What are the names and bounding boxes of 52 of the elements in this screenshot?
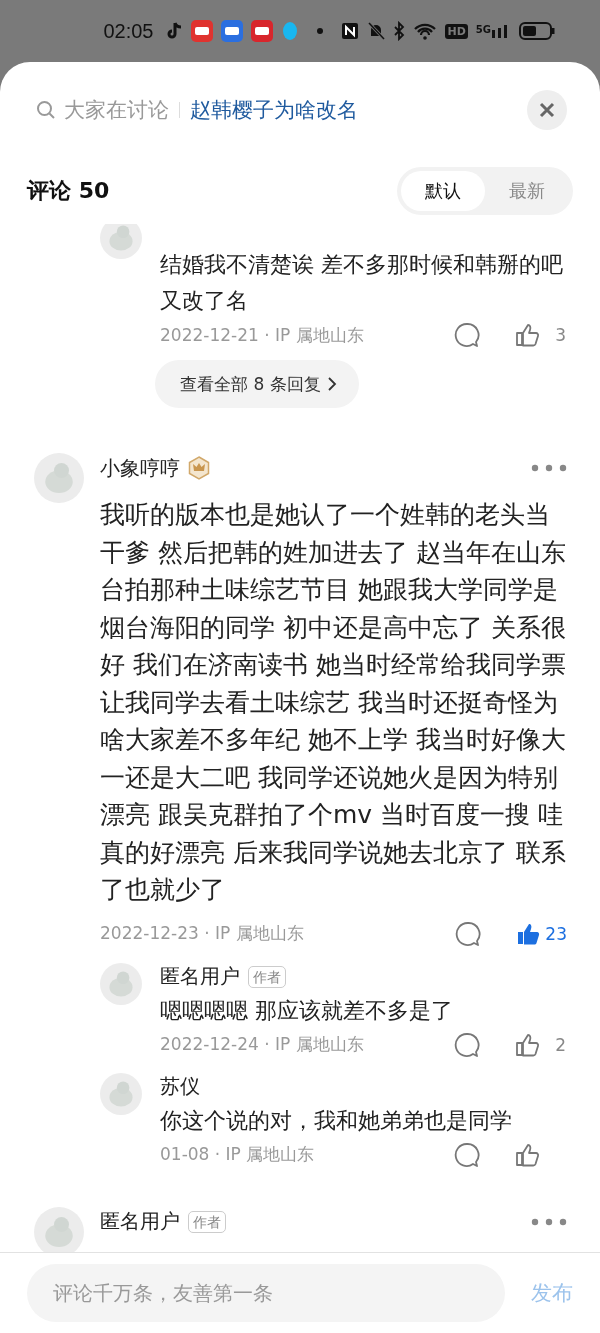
chevron-right-icon	[326, 376, 337, 392]
author-name[interactable]: 小象哼哼	[100, 454, 180, 482]
like-count: 3	[554, 325, 566, 345]
close-button[interactable]	[527, 90, 567, 130]
avatar	[34, 453, 84, 503]
like-count: 23	[545, 923, 567, 944]
like-icon[interactable]	[514, 322, 540, 348]
comment-icon[interactable]	[454, 1031, 480, 1058]
comment-meta: 2022-12-21 · IP 属地山东	[160, 323, 364, 347]
comment-icon[interactable]	[454, 1141, 480, 1168]
clock-time: 02:05	[103, 19, 154, 43]
app-icon	[251, 20, 274, 42]
topic-prefix: 大家在讨论	[64, 97, 169, 124]
comment-field[interactable]: 评论千万条，友善第一条	[27, 1264, 505, 1322]
battery-icon	[519, 22, 555, 40]
comment-meta: 2022-12-23 · IP 属地山东	[100, 922, 304, 945]
more-icon[interactable]	[531, 464, 567, 472]
comment-meta: 2022-12-24 · IP 属地山东	[160, 1033, 364, 1056]
reply-text: 你这个说的对，我和她弟弟也是同学	[160, 1106, 513, 1135]
reply-text: 结婚我不清楚诶 差不多那时候和韩掰的吧又改了名	[160, 251, 564, 315]
comment-icon[interactable]	[455, 920, 481, 947]
avatar	[100, 1072, 142, 1115]
comment-meta: 01-08 · IP 属地山东	[160, 1143, 315, 1166]
dot-icon	[317, 28, 324, 34]
author-name[interactable]: 匿名用户	[100, 1208, 180, 1235]
author-tag: 作者	[188, 1210, 226, 1233]
note-icon	[167, 21, 184, 41]
reply-text: 嗯嗯嗯嗯 那应该就差不多是了	[160, 996, 454, 1025]
app-icon	[221, 20, 244, 42]
comments-title: 评论 50	[27, 177, 110, 205]
nfc-icon	[341, 22, 360, 40]
author-tag: 作者	[248, 965, 286, 988]
app-icon	[191, 20, 214, 42]
hd-badge: HD	[445, 23, 468, 39]
avatar	[100, 962, 142, 1005]
search-icon	[36, 100, 56, 120]
more-icon[interactable]	[531, 1217, 567, 1226]
close-icon	[539, 102, 555, 118]
author-name[interactable]: 苏仪	[160, 1073, 200, 1100]
topic-link[interactable]: 赵韩樱子为啥改名	[190, 96, 358, 124]
wifi-icon	[413, 22, 438, 40]
avatar	[100, 224, 142, 259]
like-count: 2	[554, 1034, 566, 1055]
network-label: 5G	[475, 24, 491, 35]
like-icon[interactable]	[514, 1141, 540, 1168]
comment-icon[interactable]	[454, 322, 480, 348]
bluetooth-icon	[393, 21, 406, 41]
view-replies-button[interactable]: 查看全部 8 条回复	[155, 360, 359, 408]
like-icon[interactable]	[514, 1031, 540, 1058]
sort-tab[interactable]: 默认	[401, 171, 485, 211]
author-name[interactable]: 匿名用户	[160, 963, 240, 990]
comment-text: 我听的版本也是她认了一个姓韩的老头当干爹 然后把韩的姓加进去了 赵当年在山东台拍那种土味综艺节目 她跟我大学同学是烟台海阳的同学 初中还是高中忘了 关系很好 我们在济南读书 她当时经常给我同学票让我同学去看土味综艺 我当时还挺奇怪为啥大家差不多年纪 她不上学 我当时好像大一还是大二吧 我同学还说她火是因为特别漂亮 跟吴克群拍了个mv 当时百度一搜 哇真的好漂亮 后来我同学说她去北京了 联系了也就少了	[100, 499, 567, 906]
